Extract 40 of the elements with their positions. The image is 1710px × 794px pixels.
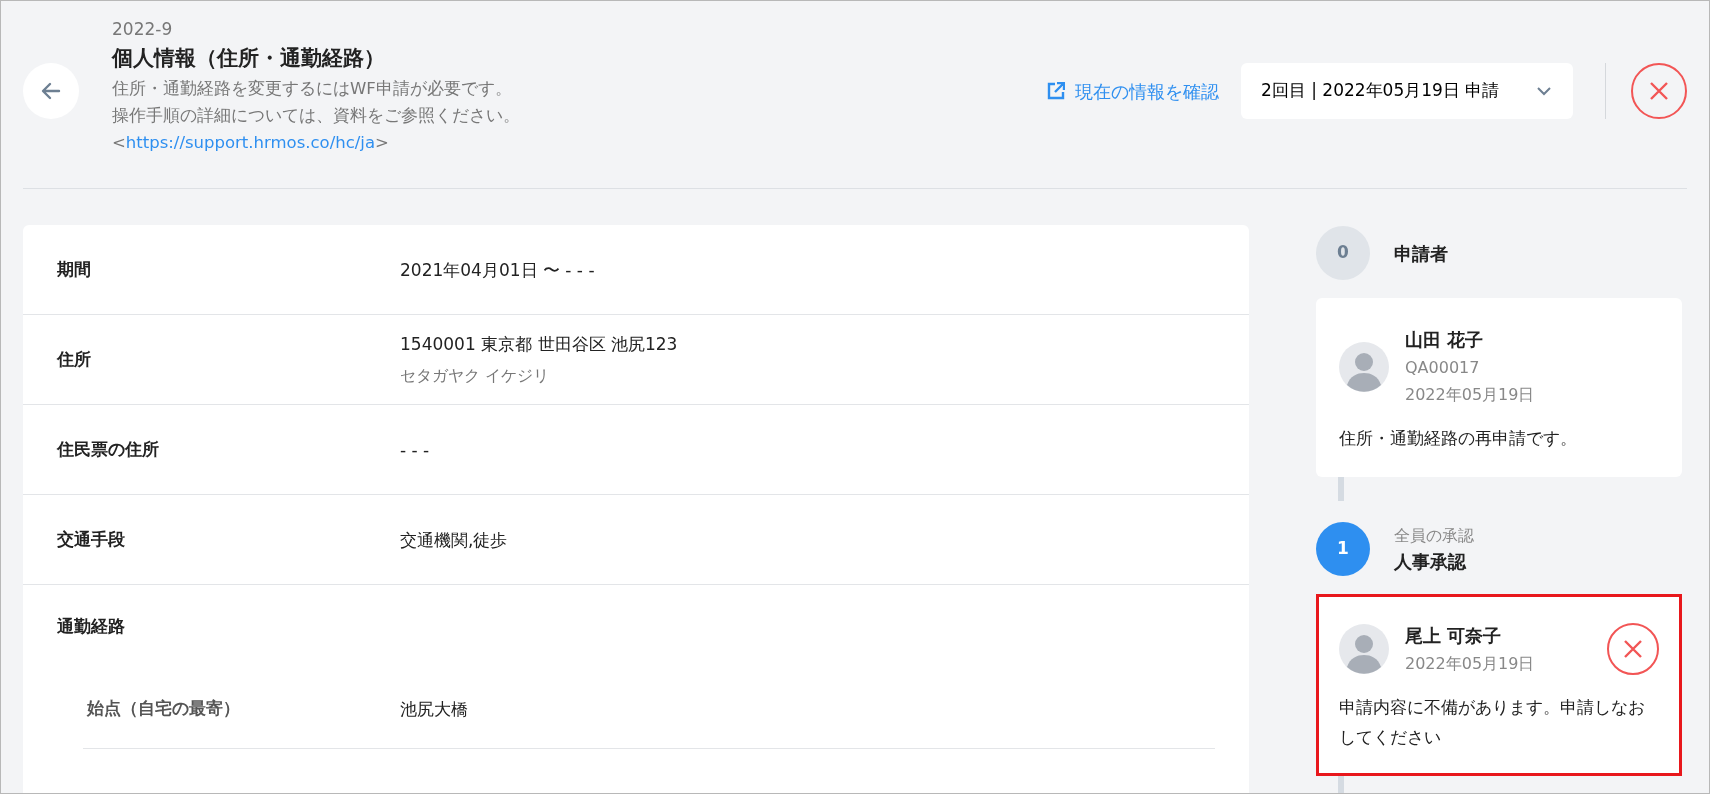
bracket-text: < bbox=[112, 133, 126, 152]
step-subtitle: 全員の承認 bbox=[1394, 524, 1474, 547]
field-value: 2021年04月01日 〜 - - - bbox=[400, 258, 595, 282]
person-detail: 2022年05月19日 bbox=[1405, 384, 1535, 406]
close-button[interactable] bbox=[1631, 63, 1687, 119]
field-value: - - - bbox=[400, 438, 430, 462]
check-current-info-link[interactable]: 現在の情報を確認 bbox=[1047, 77, 1219, 105]
step-title: 申請者 bbox=[1394, 241, 1448, 266]
back-arrow-icon bbox=[41, 82, 61, 100]
request-code: 2022-9 bbox=[112, 18, 174, 41]
step-title: 人事承認 bbox=[1394, 549, 1468, 574]
external-link-icon bbox=[1047, 82, 1065, 100]
person-detail: 2022年05月19日 bbox=[1405, 653, 1535, 675]
support-link[interactable]: https://support.hrmos.co/hc/ja bbox=[125, 133, 376, 152]
field-value: 池尻大橋 bbox=[400, 697, 468, 721]
version-dropdown[interactable]: 2回目 | 2022年05月19日 申請 bbox=[1241, 63, 1573, 119]
close-icon bbox=[1649, 81, 1669, 101]
person-detail: QA00017 bbox=[1405, 357, 1481, 379]
field-value: 1540001 東京都 世田谷区 池尻123 bbox=[400, 332, 678, 356]
field-label: 期間 bbox=[57, 257, 92, 281]
field-label: 住所 bbox=[57, 347, 92, 371]
field-reading: セタガヤク イケジリ bbox=[400, 364, 551, 387]
description-text: 操作手順の詳細については、資料をご参照ください。 bbox=[112, 105, 520, 127]
field-label: 始点（自宅の最寄） bbox=[85, 696, 241, 720]
page-title: 個人情報（住所・通勤経路） bbox=[112, 45, 386, 72]
step-number: 1 bbox=[1316, 522, 1370, 576]
field-label: 通勤経路 bbox=[57, 615, 126, 639]
bracket-text: > bbox=[375, 133, 389, 152]
description-text: 住所・通勤経路を変更するにはWF申請が必要です。 bbox=[112, 78, 513, 100]
field-label: 住民票の住所 bbox=[57, 437, 160, 461]
field-value: 交通機関,徒歩 bbox=[400, 528, 508, 552]
avatar-icon bbox=[1339, 341, 1389, 392]
chevron-down-icon bbox=[1537, 86, 1551, 96]
person-name: 山田 花子 bbox=[1405, 328, 1485, 352]
comment-text: 申請内容に不備があります。申請しなおしてください bbox=[1339, 697, 1646, 749]
person-name: 尾上 可奈子 bbox=[1405, 624, 1503, 648]
field-label: 交通手段 bbox=[57, 527, 126, 551]
comment-text: 住所・通勤経路の再申請です。 bbox=[1339, 428, 1578, 450]
step-number: 0 bbox=[1316, 226, 1370, 280]
avatar-icon bbox=[1339, 624, 1389, 674]
